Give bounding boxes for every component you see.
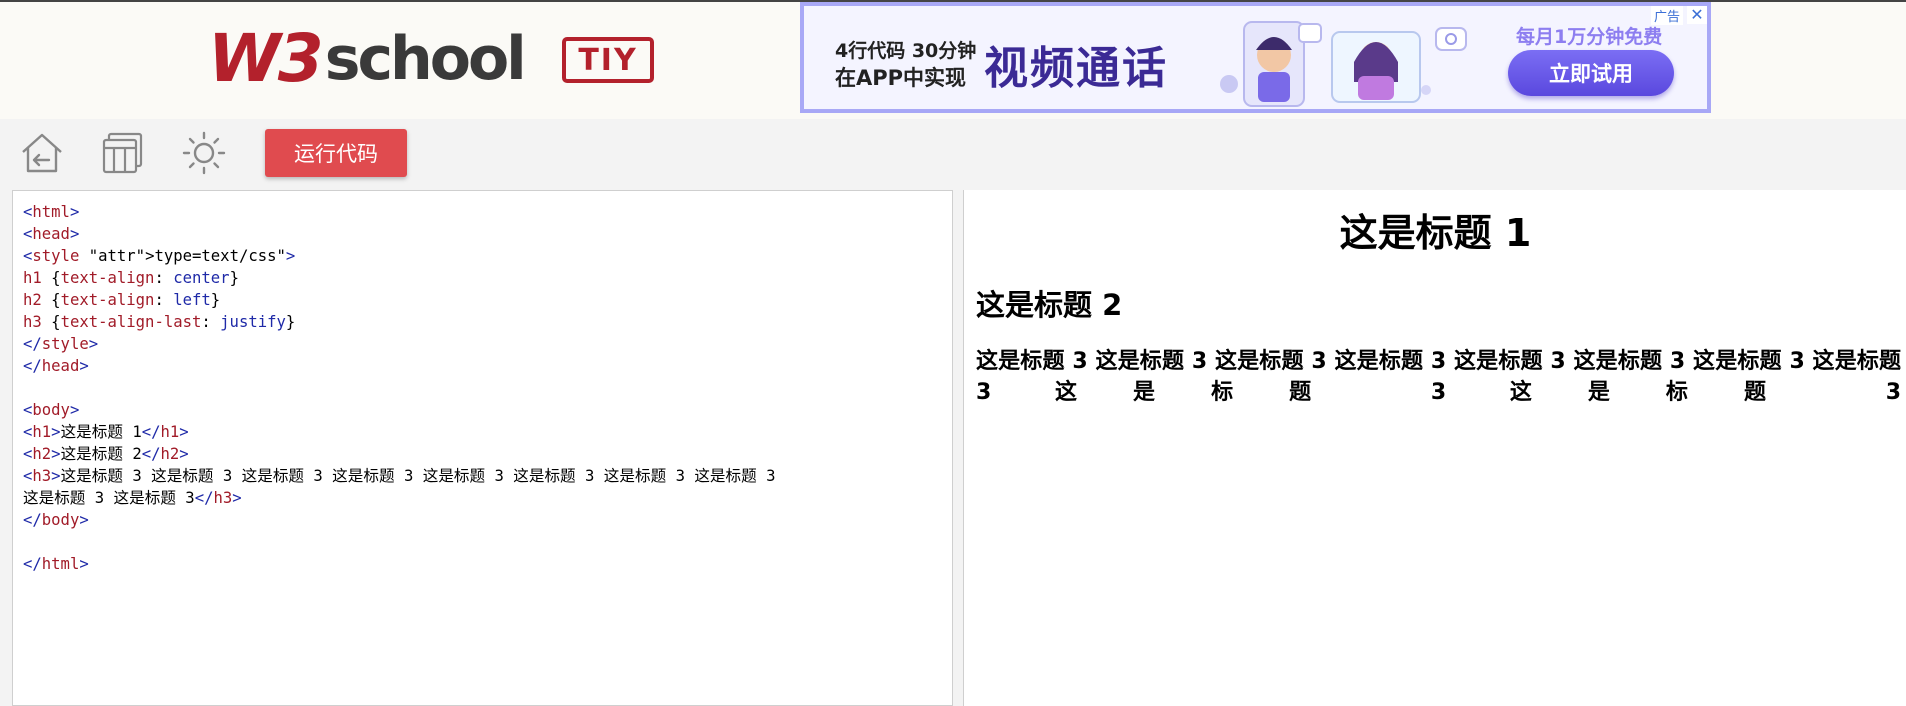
ad-line-1: 4行代码 30分钟 (835, 40, 977, 62)
code-line[interactable]: </html> (23, 553, 952, 575)
code-line[interactable]: <html> (23, 201, 952, 223)
code-line[interactable]: h3 {text-align-last: justify} (23, 311, 952, 333)
ad-illustration-icon (1220, 21, 1467, 107)
logo-w3-text: W3 (208, 20, 324, 97)
top-banner: W3 school TIY 4行代码 30分钟 在APP中实现 视频通话 每月1… (0, 0, 1906, 119)
code-line[interactable]: <h3>这是标题 3 这是标题 3 这是标题 3 这是标题 3 这是标题 3 这… (23, 465, 952, 487)
ad-try-button[interactable]: 立即试用 (1508, 50, 1674, 96)
ad-close-icon[interactable]: ✕ (1687, 6, 1707, 24)
result-panel: 这是标题 1 这是标题 2 这是标题 3 这是标题 3 这是标题 3 这是标题 … (963, 190, 1906, 706)
ad-promo-text: 每月1万分钟免费 (1516, 26, 1663, 48)
logo-school-text: school (324, 24, 527, 94)
code-line[interactable]: <head> (23, 223, 952, 245)
run-code-button[interactable]: 运行代码 (265, 129, 407, 177)
w3school-logo[interactable]: W3 school (208, 20, 527, 97)
code-line[interactable]: 这是标题 3 这是标题 3</h3> (23, 487, 952, 509)
code-line[interactable]: <body> (23, 399, 952, 421)
code-line[interactable]: h1 {text-align: center} (23, 267, 952, 289)
code-line[interactable]: <h2>这是标题 2</h2> (23, 443, 952, 465)
code-line[interactable]: <h1>这是标题 1</h1> (23, 421, 952, 443)
code-line[interactable]: </style> (23, 333, 952, 355)
advertisement-banner[interactable]: 4行代码 30分钟 在APP中实现 视频通话 每月1万分钟免费 立即试用 广告 … (800, 2, 1711, 113)
code-line[interactable] (23, 377, 952, 399)
code-editor-content[interactable]: <html> <head> <style "attr">type=text/css"… (13, 191, 952, 575)
code-line[interactable]: h2 {text-align: left} (23, 289, 952, 311)
code-line[interactable]: </body> (23, 509, 952, 531)
result-heading-2: 这是标题 2 (976, 288, 1123, 322)
layout-icon[interactable] (100, 130, 146, 176)
code-line[interactable]: </head> (23, 355, 952, 377)
home-icon[interactable] (19, 130, 65, 176)
code-editor[interactable]: <html> <head> <style "attr">type=text/css"… (12, 190, 953, 706)
tiy-badge: TIY (562, 37, 654, 83)
theme-icon[interactable] (181, 130, 227, 176)
ad-line-2: 在APP中实现 (835, 66, 967, 90)
code-line[interactable] (23, 531, 952, 553)
ad-label: 广告 (1650, 6, 1683, 25)
code-line[interactable]: <style "attr">type=text/css"> (23, 245, 952, 267)
result-heading-3: 这是标题 3 这是标题 3 这是标题 3 这是标题 3 这是标题 3 这是标题 … (976, 349, 1901, 405)
ad-headline: 视频通话 (984, 43, 1168, 94)
result-heading-1: 这是标题 1 (1339, 211, 1532, 255)
